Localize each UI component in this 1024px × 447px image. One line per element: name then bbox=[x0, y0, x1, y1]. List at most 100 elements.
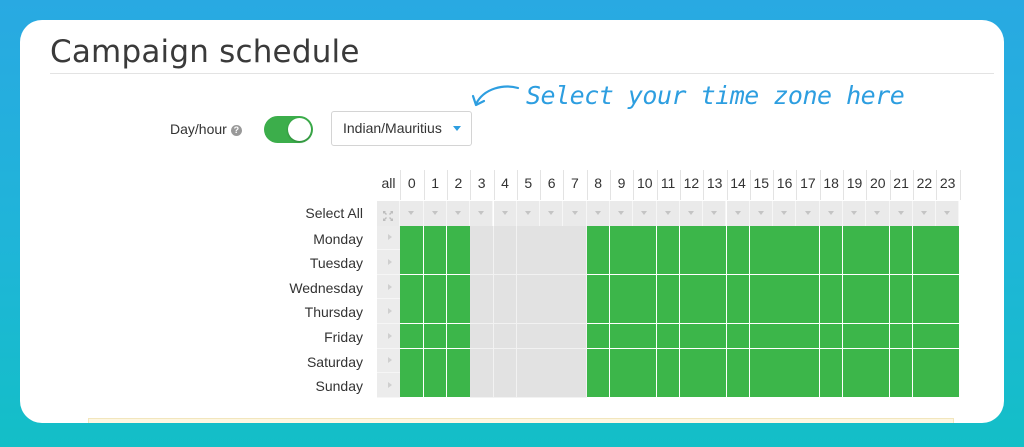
schedule-cell[interactable] bbox=[470, 225, 494, 251]
schedule-cell[interactable] bbox=[866, 225, 891, 251]
hour-header[interactable]: 14 bbox=[727, 175, 750, 191]
schedule-cell[interactable] bbox=[703, 373, 727, 399]
hour-header[interactable]: 12 bbox=[680, 175, 703, 191]
hour-header[interactable]: 5 bbox=[517, 175, 540, 191]
hour-header[interactable]: 23 bbox=[936, 175, 959, 191]
schedule-cell[interactable] bbox=[703, 274, 727, 300]
schedule-cell[interactable] bbox=[819, 373, 844, 399]
schedule-cell[interactable] bbox=[493, 299, 518, 325]
hour-header[interactable]: 22 bbox=[913, 175, 936, 191]
schedule-cell[interactable] bbox=[936, 373, 960, 399]
schedule-cell[interactable] bbox=[749, 225, 774, 251]
schedule-cell[interactable] bbox=[423, 348, 448, 374]
schedule-cell[interactable] bbox=[749, 274, 774, 300]
schedule-cell[interactable] bbox=[493, 274, 518, 300]
schedule-cell[interactable] bbox=[679, 225, 704, 251]
schedule-cell[interactable] bbox=[796, 373, 821, 399]
select-all-cell[interactable] bbox=[377, 201, 401, 226]
select-day-cell[interactable] bbox=[377, 274, 401, 300]
select-hour-cell[interactable] bbox=[889, 201, 913, 226]
schedule-cell[interactable] bbox=[749, 299, 774, 325]
schedule-cell[interactable] bbox=[470, 348, 494, 374]
schedule-cell[interactable] bbox=[423, 299, 448, 325]
schedule-cell[interactable] bbox=[610, 348, 634, 374]
schedule-cell[interactable] bbox=[516, 324, 541, 350]
schedule-cell[interactable] bbox=[773, 348, 797, 374]
schedule-cell[interactable] bbox=[586, 348, 611, 374]
schedule-cell[interactable] bbox=[516, 250, 541, 276]
hour-header[interactable]: 4 bbox=[494, 175, 517, 191]
schedule-cell[interactable] bbox=[633, 250, 658, 276]
schedule-cell[interactable] bbox=[493, 373, 518, 399]
schedule-cell[interactable] bbox=[656, 324, 681, 350]
schedule-cell[interactable] bbox=[749, 373, 774, 399]
schedule-cell[interactable] bbox=[470, 324, 494, 350]
schedule-cell[interactable] bbox=[470, 250, 494, 276]
select-day-cell[interactable] bbox=[377, 299, 401, 324]
schedule-cell[interactable] bbox=[796, 348, 821, 374]
select-hour-cell[interactable] bbox=[563, 201, 587, 226]
schedule-cell[interactable] bbox=[446, 373, 471, 399]
schedule-cell[interactable] bbox=[703, 348, 727, 374]
select-hour-cell[interactable] bbox=[866, 201, 890, 226]
schedule-cell[interactable] bbox=[843, 274, 867, 300]
schedule-cell[interactable] bbox=[726, 225, 751, 251]
schedule-cell[interactable] bbox=[749, 324, 774, 350]
day-hour-toggle[interactable] bbox=[264, 116, 313, 143]
select-day-cell[interactable] bbox=[377, 373, 401, 398]
select-hour-cell[interactable] bbox=[796, 201, 820, 226]
hour-header[interactable]: 11 bbox=[657, 175, 680, 191]
question-circle-icon[interactable]: ? bbox=[230, 125, 242, 136]
schedule-cell[interactable] bbox=[633, 324, 658, 350]
select-hour-cell[interactable] bbox=[679, 201, 704, 226]
schedule-cell[interactable] bbox=[446, 274, 471, 300]
select-hour-cell[interactable] bbox=[656, 201, 680, 226]
schedule-cell[interactable] bbox=[796, 274, 821, 300]
schedule-cell[interactable] bbox=[586, 373, 611, 399]
schedule-cell[interactable] bbox=[749, 250, 774, 276]
schedule-cell[interactable] bbox=[936, 299, 960, 325]
schedule-cell[interactable] bbox=[516, 274, 541, 300]
schedule-cell[interactable] bbox=[446, 250, 471, 276]
schedule-cell[interactable] bbox=[773, 250, 797, 276]
hour-header[interactable]: 2 bbox=[447, 175, 470, 191]
schedule-cell[interactable] bbox=[540, 299, 564, 325]
hour-header-all[interactable]: all bbox=[377, 175, 400, 191]
schedule-cell[interactable] bbox=[889, 324, 914, 350]
schedule-cell[interactable] bbox=[610, 274, 634, 300]
schedule-cell[interactable] bbox=[633, 299, 658, 325]
select-hour-cell[interactable] bbox=[912, 201, 937, 226]
schedule-cell[interactable] bbox=[586, 299, 611, 325]
schedule-cell[interactable] bbox=[889, 348, 914, 374]
schedule-cell[interactable] bbox=[773, 274, 797, 300]
schedule-cell[interactable] bbox=[796, 250, 821, 276]
schedule-cell[interactable] bbox=[912, 324, 937, 350]
schedule-cell[interactable] bbox=[936, 274, 960, 300]
schedule-cell[interactable] bbox=[866, 274, 891, 300]
schedule-cell[interactable] bbox=[819, 299, 844, 325]
schedule-cell[interactable] bbox=[446, 299, 471, 325]
select-hour-cell[interactable] bbox=[610, 201, 634, 226]
schedule-cell[interactable] bbox=[819, 348, 844, 374]
schedule-cell[interactable] bbox=[446, 225, 471, 251]
schedule-cell[interactable] bbox=[586, 324, 611, 350]
schedule-cell[interactable] bbox=[656, 348, 681, 374]
schedule-cell[interactable] bbox=[610, 324, 634, 350]
schedule-cell[interactable] bbox=[493, 250, 518, 276]
hour-header[interactable]: 19 bbox=[843, 175, 866, 191]
schedule-cell[interactable] bbox=[726, 348, 751, 374]
schedule-cell[interactable] bbox=[912, 225, 937, 251]
select-hour-cell[interactable] bbox=[493, 201, 517, 226]
select-hour-cell[interactable] bbox=[540, 201, 564, 226]
schedule-cell[interactable] bbox=[563, 274, 588, 300]
schedule-cell[interactable] bbox=[633, 274, 658, 300]
schedule-cell[interactable] bbox=[540, 274, 564, 300]
schedule-cell[interactable] bbox=[679, 250, 704, 276]
schedule-cell[interactable] bbox=[889, 373, 914, 399]
schedule-cell[interactable] bbox=[610, 225, 634, 251]
schedule-cell[interactable] bbox=[749, 348, 774, 374]
schedule-cell[interactable] bbox=[726, 299, 751, 325]
schedule-cell[interactable] bbox=[936, 348, 960, 374]
schedule-cell[interactable] bbox=[423, 324, 448, 350]
schedule-cell[interactable] bbox=[726, 250, 751, 276]
